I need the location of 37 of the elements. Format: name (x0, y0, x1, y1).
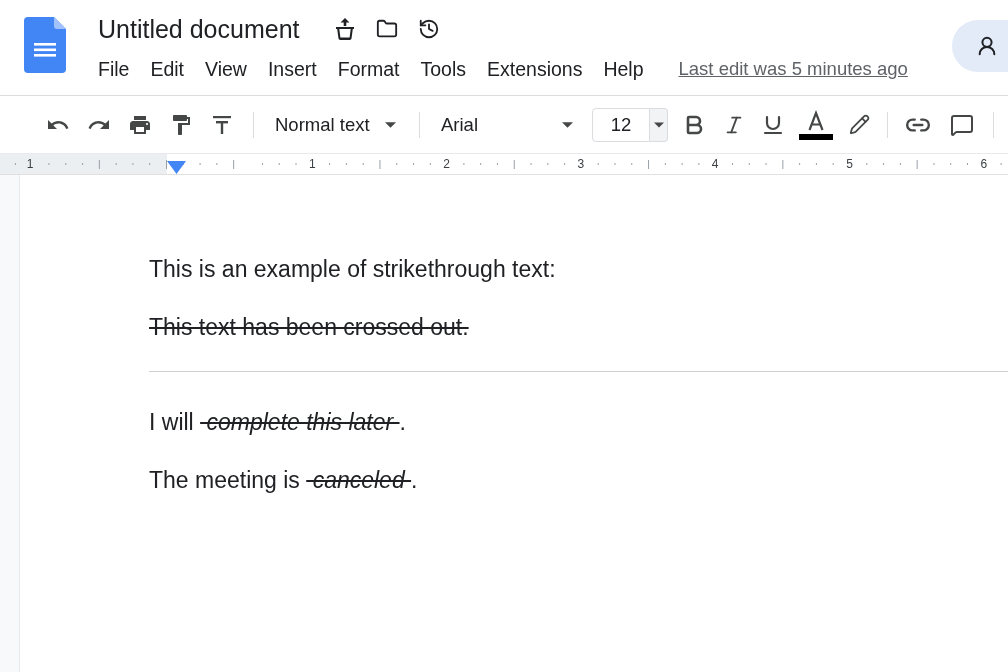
caret-icon (562, 121, 573, 128)
ruler-number: 2 (443, 156, 450, 172)
person-icon (976, 35, 998, 57)
document-icon[interactable] (24, 17, 66, 73)
ruler-number: 1 (308, 156, 316, 172)
ruler-number: 1 (26, 156, 34, 172)
menu-item[interactable]: View (205, 57, 247, 81)
trash-icon[interactable] (334, 18, 355, 40)
font-dropdown[interactable]: Arial (434, 107, 582, 142)
menu-item[interactable]: Insert (267, 57, 317, 81)
paragraph: I will complete this later . (149, 408, 407, 436)
ruler-number: 5 (846, 156, 853, 172)
pencil-icon[interactable] (848, 114, 870, 135)
menu-item[interactable]: Tools (420, 57, 467, 81)
caret-icon (385, 121, 396, 128)
last-edit-link[interactable]: Last edit was 5 minutes ago (678, 57, 908, 81)
ruler-number: 6 (980, 156, 988, 172)
caret-icon (653, 121, 664, 128)
menu-item[interactable]: Format (337, 57, 400, 81)
ruler-number: 4 (711, 156, 719, 172)
paragraph: The meeting is canceled . (149, 466, 419, 494)
font-size-field[interactable]: 12 (592, 107, 650, 142)
document-title[interactable]: Untitled document (98, 14, 300, 44)
menu-item[interactable]: Help (603, 57, 644, 81)
menu-item[interactable]: Edit (150, 57, 185, 81)
comment-icon[interactable] (950, 112, 974, 137)
font-size-menu-button[interactable] (650, 107, 668, 142)
menu-item[interactable]: File (98, 57, 130, 81)
folder-icon[interactable] (375, 18, 398, 40)
paragraph: This text has been crossed out. (149, 313, 470, 341)
text-color-icon[interactable] (799, 109, 833, 140)
ruler-number: 3 (577, 156, 585, 172)
history-icon[interactable] (417, 18, 440, 40)
style-dropdown[interactable]: Normal text (268, 107, 405, 142)
menu-item[interactable]: Extensions (487, 57, 583, 81)
paragraph: This is an example of strikethrough text: (149, 255, 557, 283)
account-button[interactable] (952, 20, 1008, 72)
